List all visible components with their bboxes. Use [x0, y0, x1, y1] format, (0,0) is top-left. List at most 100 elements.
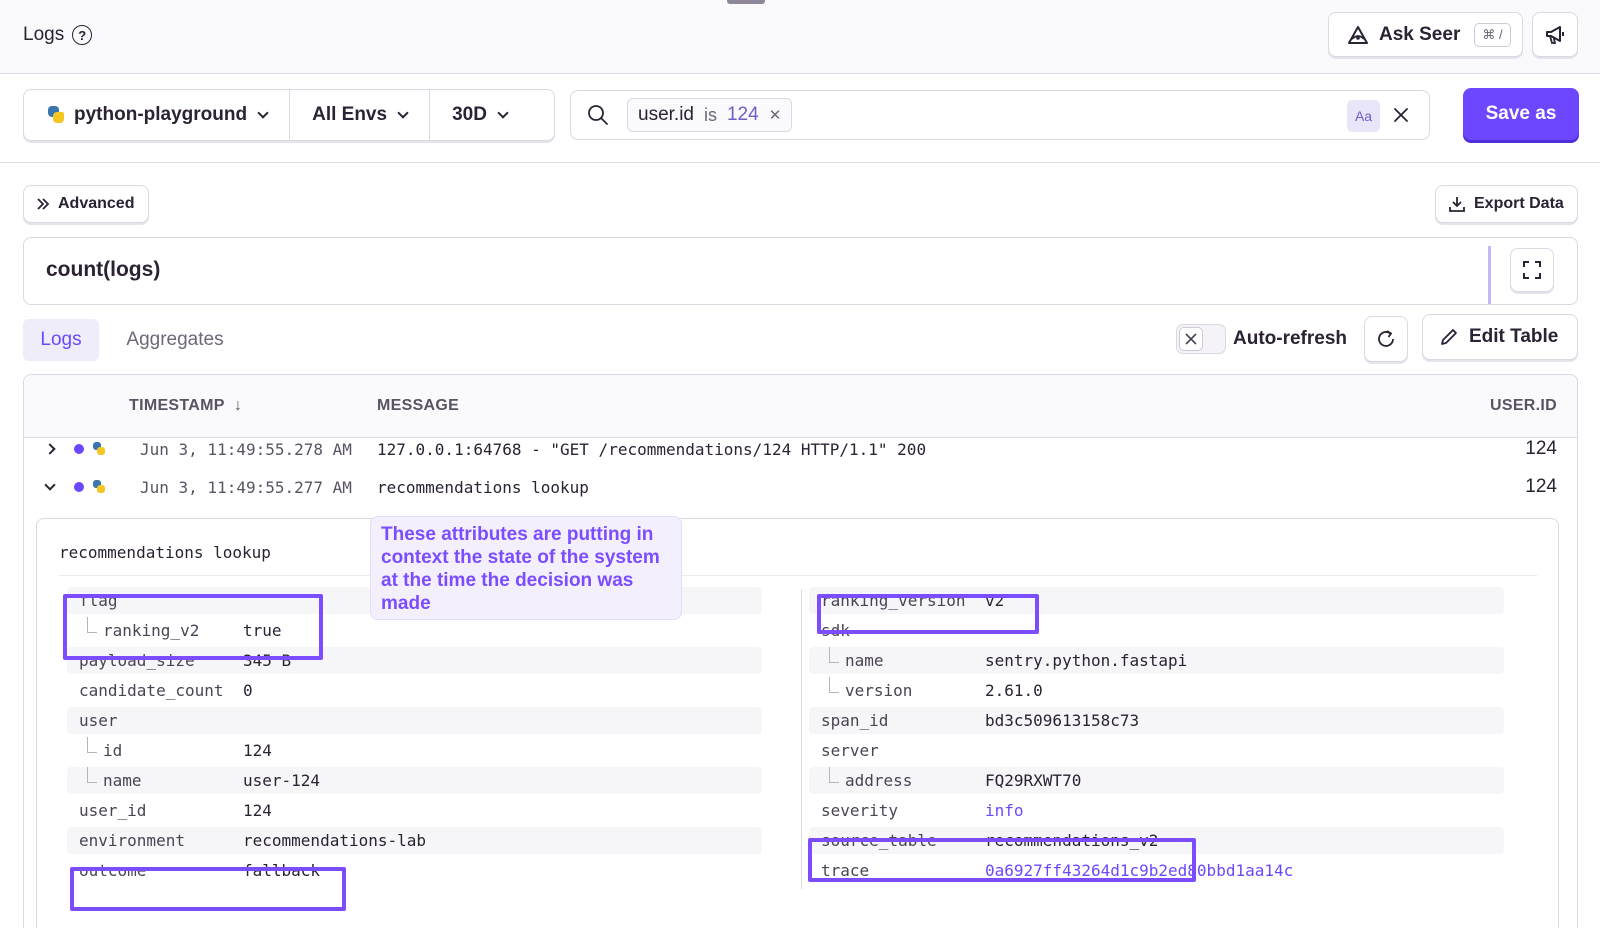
token-operator[interactable]: is [704, 105, 717, 126]
top-bar: Logs ? Ask Seer ⌘ / [0, 0, 1600, 74]
token-key: user.id [638, 104, 694, 125]
megaphone-icon [1546, 25, 1564, 44]
attr-row: ranking_version v2 [809, 587, 1504, 614]
row-timestamp: Jun 3, 11:49:55.277 AM [140, 477, 352, 497]
case-sensitive-toggle[interactable]: Aa [1347, 100, 1380, 132]
attr-key: span_id [821, 711, 889, 730]
attr-value[interactable]: bd3c509613158c73 [985, 711, 1139, 730]
seer-icon [1348, 25, 1368, 44]
pencil-icon [1441, 329, 1457, 345]
chevron-down-icon [257, 107, 269, 119]
chart-divider [1488, 246, 1491, 304]
sort-desc-icon: ↓ [229, 397, 243, 414]
tree-connector [87, 737, 97, 753]
close-icon [1185, 333, 1197, 345]
attr-key: ranking_v2 [103, 621, 200, 640]
row-message: recommendations lookup [377, 477, 589, 497]
attr-row: trace 0a6927ff43264d1c9b2ed80bbd1aa14c [809, 857, 1504, 884]
attr-row: sdk [809, 617, 1504, 644]
log-detail-panel: recommendations lookup flag ranking_v2 t… [36, 518, 1559, 928]
attr-key: user_id [79, 801, 147, 820]
column-message[interactable]: MESSAGE [377, 397, 459, 415]
logs-table: TIMESTAMP ↓ MESSAGE USER.ID Jun 3, 11:49… [23, 374, 1578, 928]
attr-key: flag [79, 591, 118, 610]
row-user-id: 124 [1525, 476, 1557, 497]
tab-logs[interactable]: Logs [23, 319, 99, 361]
attr-row: id 124 [67, 737, 762, 764]
attr-value[interactable]: fallback [243, 861, 320, 880]
environment-selector[interactable]: All Envs [290, 90, 431, 140]
attr-row: candidate_count 0 [67, 677, 762, 704]
attr-row: source_table recommendations_v2 [809, 827, 1504, 854]
attr-value[interactable]: 345 B [243, 651, 291, 670]
attr-value[interactable]: user-124 [243, 771, 320, 790]
attr-key: environment [79, 831, 185, 850]
ask-seer-button[interactable]: Ask Seer ⌘ / [1328, 12, 1523, 57]
attr-value[interactable]: sentry.python.fastapi [985, 651, 1187, 670]
row-message: 127.0.0.1:64768 - "GET /recommendations/… [377, 439, 927, 459]
column-timestamp[interactable]: TIMESTAMP ↓ [129, 397, 242, 415]
expand-icon [1523, 261, 1541, 279]
tree-connector [829, 647, 839, 663]
attr-row: severity info [809, 797, 1504, 824]
attr-key: severity [821, 801, 899, 820]
export-data-button[interactable]: Export Data [1435, 185, 1578, 223]
ask-seer-shortcut: ⌘ / [1474, 22, 1511, 47]
tab-aggregates[interactable]: Aggregates [112, 319, 238, 361]
attr-row: span_id bd3c509613158c73 [809, 707, 1504, 734]
attr-value[interactable]: FQ29RXWT70 [985, 771, 1081, 790]
double-chevron-right-icon [37, 198, 50, 210]
refresh-button[interactable] [1364, 316, 1408, 362]
attr-key: version [845, 681, 913, 700]
edit-table-label: Edit Table [1469, 326, 1559, 347]
advanced-button[interactable]: Advanced [23, 185, 149, 223]
attr-value[interactable]: true [243, 621, 282, 640]
severity-dot [74, 482, 84, 492]
attr-value[interactable]: 124 [243, 741, 272, 760]
chart-title: count(logs) [46, 258, 161, 281]
attr-row: environment recommendations-lab [67, 827, 762, 854]
auto-refresh-toggle[interactable] [1176, 324, 1226, 354]
attr-value[interactable]: recommendations-lab [243, 831, 426, 850]
attr-value[interactable]: 124 [243, 801, 272, 820]
search-icon [588, 105, 608, 125]
severity-link[interactable]: info [985, 801, 1024, 820]
clear-search-icon[interactable] [1389, 103, 1413, 127]
table-row[interactable]: Jun 3, 11:49:55.278 AM 127.0.0.1:64768 -… [24, 430, 1577, 468]
search-filter-token[interactable]: user.id is 124 ✕ [627, 98, 793, 132]
attr-value[interactable]: 0 [243, 681, 253, 700]
table-row[interactable]: Jun 3, 11:49:55.277 AM recommendations l… [24, 468, 1577, 506]
project-selector[interactable]: python-playground [24, 90, 291, 140]
chevron-right-icon[interactable] [44, 443, 56, 455]
attr-value[interactable]: recommendations_v2 [985, 831, 1158, 850]
python-icon [92, 480, 106, 494]
save-as-button[interactable]: Save as [1463, 88, 1579, 140]
token-value[interactable]: 124 [727, 104, 759, 126]
feedback-button[interactable] [1532, 12, 1578, 57]
edit-table-button[interactable]: Edit Table [1422, 314, 1578, 360]
attr-row: outcome fallback [67, 857, 762, 884]
expand-chart-button[interactable] [1510, 248, 1554, 292]
attr-value[interactable]: 2.61.0 [985, 681, 1043, 700]
attr-row: user_id 124 [67, 797, 762, 824]
toggle-knob [1179, 327, 1203, 351]
tree-connector [87, 617, 97, 633]
download-icon [1449, 197, 1465, 212]
help-icon[interactable]: ? [72, 25, 93, 45]
remove-token-icon[interactable]: ✕ [769, 106, 782, 124]
attr-row: version 2.61.0 [809, 677, 1504, 704]
date-range-selector[interactable]: 30D [430, 90, 529, 140]
attr-key: name [103, 771, 142, 790]
python-icon [46, 105, 66, 125]
drag-handle[interactable] [727, 0, 765, 4]
chevron-down-icon[interactable] [44, 479, 56, 491]
attr-key: user [79, 711, 118, 730]
tree-connector [829, 767, 839, 783]
search-bar[interactable]: user.id is 124 ✕ Aa [570, 90, 1430, 140]
trace-link[interactable]: 0a6927ff43264d1c9b2ed80bbd1aa14c [985, 861, 1293, 880]
attr-row: address FQ29RXWT70 [809, 767, 1504, 794]
row-timestamp: Jun 3, 11:49:55.278 AM [140, 439, 352, 459]
column-user-id[interactable]: USER.ID [1490, 397, 1557, 415]
attr-row: name user-124 [67, 767, 762, 794]
attr-value[interactable]: v2 [985, 591, 1004, 610]
